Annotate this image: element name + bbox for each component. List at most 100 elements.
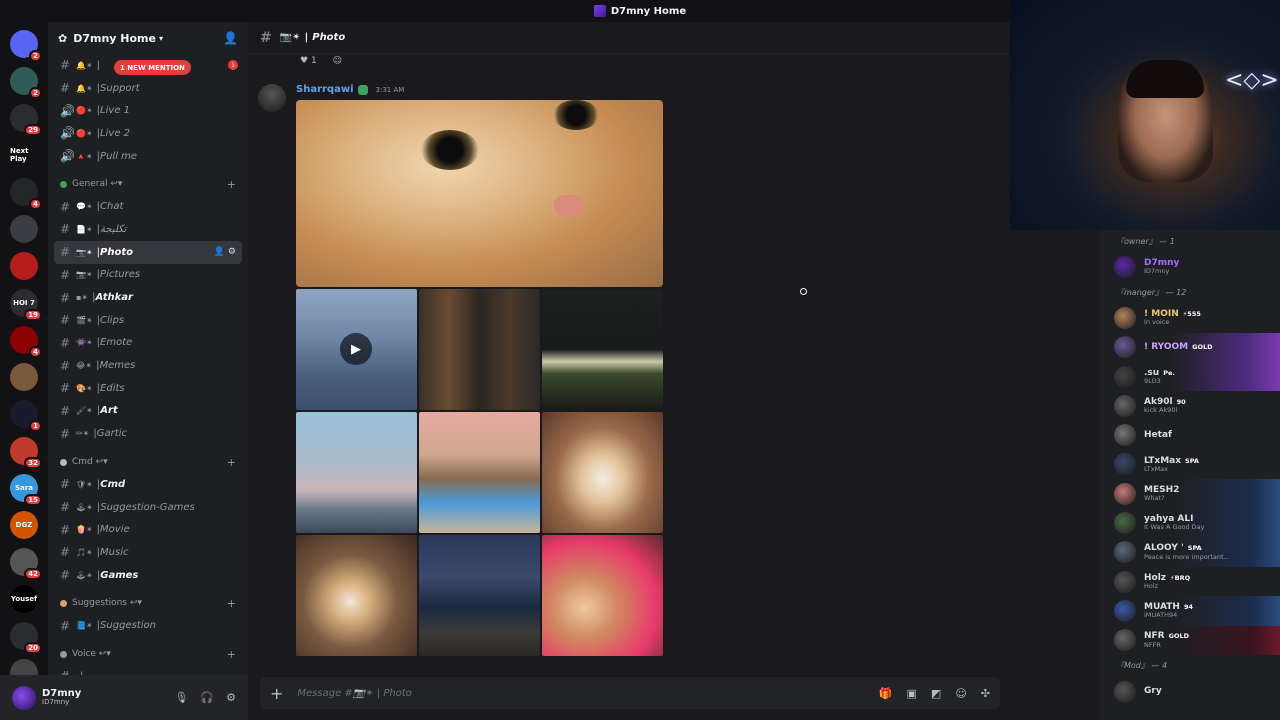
invite-icon[interactable]: 👤 (223, 31, 238, 45)
gallery-image[interactable] (419, 412, 540, 533)
server-icon-server-13[interactable]: DGZ (10, 511, 38, 539)
server-icon-server-10[interactable]: 1 (10, 400, 42, 432)
gallery-image[interactable] (296, 412, 417, 533)
sticker-icon[interactable]: ◩ (931, 687, 941, 700)
server-icon-server-15[interactable]: Yousef (10, 585, 38, 613)
server-icon-server-11[interactable]: 32 (10, 437, 42, 469)
avatar[interactable] (1114, 512, 1136, 535)
channel-Live 1[interactable]: 🔊 🔴✴ | Live 1 (54, 99, 242, 122)
server-icon-server-4[interactable]: 4 (10, 178, 42, 210)
avatar[interactable] (1114, 680, 1136, 703)
apps-icon[interactable]: ✣ (981, 687, 990, 700)
channel-Music[interactable]: # 🎵✴ | Music (54, 541, 242, 564)
avatar[interactable] (1114, 424, 1136, 447)
add-channel-icon[interactable]: + (227, 648, 236, 661)
gift-icon[interactable]: 🎁 (879, 687, 893, 700)
server-icon-server-8[interactable]: 4 (10, 326, 42, 358)
category-header[interactable]: Cmd ↩ ▾ + (54, 451, 242, 473)
avatar[interactable] (1114, 306, 1136, 329)
video-thumbnail[interactable]: ▶ (296, 289, 417, 410)
channel-Emote[interactable]: # 👾✴ | Emote (54, 332, 242, 355)
server-icon-next-play[interactable]: Next Play (10, 141, 38, 169)
member-item[interactable]: MESH2 What? (1100, 479, 1280, 509)
channel-Live 2[interactable]: 🔊 🔴✴ | Live 2 (54, 122, 242, 145)
gif-icon[interactable]: ▣ (907, 687, 917, 700)
channel-Suggestion-Games[interactable]: # 🕹✴ | Suggestion-Games (54, 496, 242, 519)
channel-Movie[interactable]: # 🍿✴ | Movie (54, 518, 242, 541)
play-icon[interactable]: ▶ (340, 333, 372, 365)
member-item[interactable]: Ak90l 90 kick Ak90l (1100, 391, 1280, 420)
avatar[interactable] (1114, 482, 1136, 505)
avatar[interactable] (1114, 453, 1136, 476)
gallery-image[interactable] (542, 289, 663, 410)
gallery-image[interactable] (419, 535, 540, 656)
message-input[interactable] (297, 687, 879, 699)
avatar[interactable] (1114, 365, 1136, 388)
avatar[interactable] (1114, 570, 1136, 593)
avatar[interactable] (1114, 394, 1136, 417)
channel-unnamed[interactable]: #| (54, 665, 242, 675)
server-icon-server-7[interactable]: HOI 7 19 (10, 289, 42, 321)
member-item[interactable]: ALOOY ' SPA Peace is more important... (1100, 537, 1280, 567)
reaction-heart[interactable]: ♥ 1 (300, 56, 317, 66)
channel-Pull me[interactable]: 🔊 🔺✴ | Pull me (54, 145, 242, 168)
member-item[interactable]: MUATH 94 iMUATH94 (1100, 596, 1280, 626)
server-icon-server-1[interactable]: 2 (10, 67, 42, 99)
server-icon-server-16[interactable]: 20 (10, 622, 42, 654)
channel-Art[interactable]: # 🖌✴ | Art (54, 400, 242, 423)
channel-Photo[interactable]: # 📷✴ | Photo 👤 ⚙ (54, 240, 242, 264)
server-icon-server-12[interactable]: Sara 15 (10, 474, 42, 506)
gallery-image[interactable] (419, 289, 540, 410)
server-header[interactable]: ✿ D7mny Home ▾ 👤 (48, 22, 248, 54)
category-header[interactable]: Suggestions ↩ ▾ + (54, 592, 242, 614)
channel-Edits[interactable]: # 🎨✴ | Edits (54, 377, 242, 400)
channel-Gartic[interactable]: # ✏✴ | Gartic (54, 422, 242, 445)
member-item[interactable]: D7mny ID7mny (1100, 252, 1280, 281)
server-icon-server-14[interactable]: 42 (10, 548, 42, 580)
add-channel-icon[interactable]: + (227, 178, 236, 191)
channel-Cmd[interactable]: # 🛡✴ | Cmd (54, 473, 242, 496)
gallery-image[interactable] (296, 535, 417, 656)
gallery-image[interactable] (542, 535, 663, 656)
member-item[interactable]: ! MOIN ⚡555 In voice (1100, 303, 1280, 332)
member-item[interactable]: ! RYOOM GOLD (1100, 332, 1280, 362)
avatar[interactable] (1114, 336, 1136, 359)
add-channel-icon[interactable]: + (227, 456, 236, 469)
microphone-icon[interactable]: 🎙 (174, 691, 188, 704)
emoji-icon[interactable]: ☺ (955, 687, 966, 700)
channel-Pictures[interactable]: # 📷✴ | Pictures (54, 264, 242, 287)
channel-تكليجة[interactable]: # 📄✴ | تكليجة (54, 218, 242, 241)
avatar[interactable] (12, 685, 36, 710)
member-item[interactable]: LTxMax SPA LTxMax (1100, 450, 1280, 479)
cat-closeup-image[interactable] (296, 100, 663, 287)
channel-Suggestion[interactable]: # 📘✴ | Suggestion (54, 614, 242, 637)
add-attachment-icon[interactable]: + (270, 684, 283, 703)
avatar[interactable] (1114, 541, 1136, 564)
channel-Chat[interactable]: # 💬✴ | Chat (54, 195, 242, 218)
headphones-icon[interactable]: 🎧 (200, 691, 214, 704)
add-reaction-icon[interactable]: ☺ (333, 56, 342, 66)
channel-Clips[interactable]: # 🎬✴ | Clips (54, 309, 242, 332)
channel-Memes[interactable]: # 😂✴ | Memes (54, 354, 242, 377)
member-item[interactable]: NFR GOLD NFFR (1100, 625, 1280, 655)
server-icon-server-5[interactable] (10, 215, 38, 243)
new-mention-pill[interactable]: 1 NEW MENTION (114, 60, 191, 75)
avatar[interactable] (258, 84, 286, 112)
member-item[interactable]: Gry (1100, 677, 1280, 706)
channel-Support[interactable]: # 🔔✴ | Support (54, 77, 242, 100)
avatar[interactable] (1114, 599, 1136, 622)
server-icon-server-6[interactable] (10, 252, 38, 280)
channel-Games[interactable]: # 🕹✴ | Games (54, 564, 242, 587)
member-item[interactable]: yahya ALI It Was A Good Day (1100, 508, 1280, 538)
server-icon-discord-home[interactable]: 2 (10, 30, 42, 62)
member-item[interactable]: Holz ⚡BRQ Holz (1100, 567, 1280, 596)
server-icon-server-2[interactable]: 29 (10, 104, 42, 136)
server-icon-server-9[interactable] (10, 363, 38, 391)
add-channel-icon[interactable]: + (227, 597, 236, 610)
category-header[interactable]: Voice ↩ ▾ + (54, 643, 242, 665)
gallery-image[interactable] (542, 412, 663, 533)
channel-Athkar[interactable]: # ▪✴ | Athkar (54, 286, 242, 309)
gear-icon[interactable]: ⚙ (226, 691, 236, 704)
member-item[interactable]: Hetaf (1100, 420, 1280, 449)
message-author[interactable]: Sharrqawi (296, 84, 354, 95)
